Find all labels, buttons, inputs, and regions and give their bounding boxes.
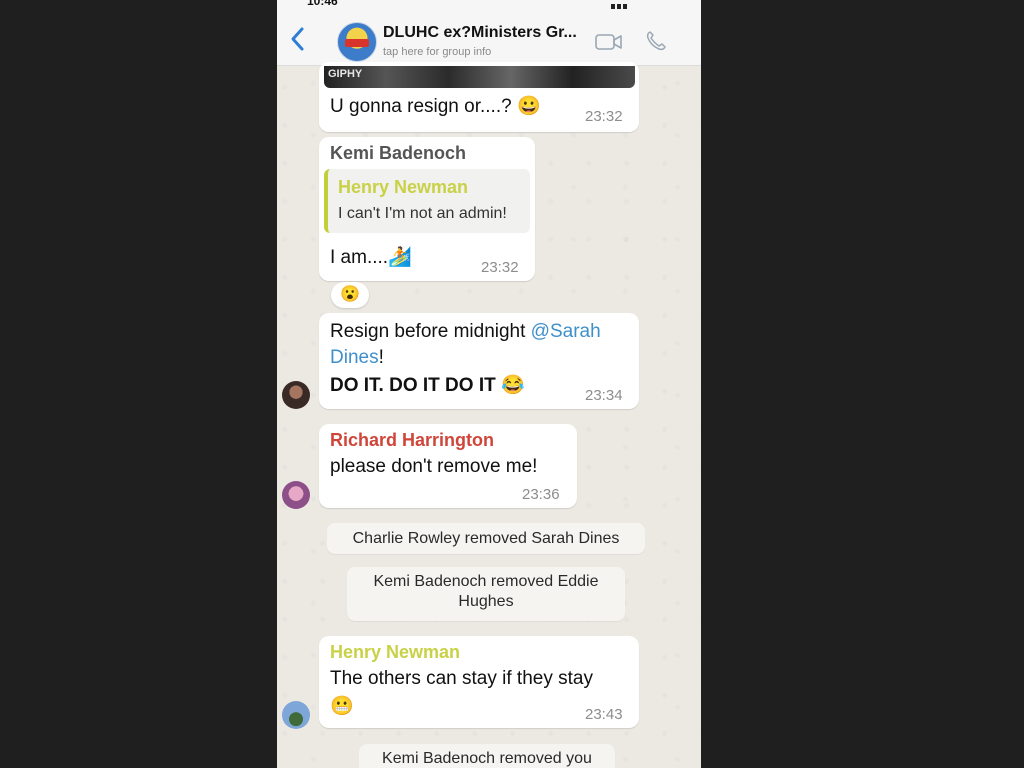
sender-name: Kemi Badenoch	[330, 143, 467, 163]
message-text: The others can stay if they stay	[330, 668, 593, 689]
message-bubble-5[interactable]: Henry Newman The others can stay if they…	[319, 636, 639, 728]
giphy-label: GIPHY	[328, 68, 363, 80]
avatar-sender[interactable]	[282, 381, 310, 409]
system-notice-text: Kemi Badenoch removed Eddie	[373, 573, 599, 590]
system-notice-text: Kemi Badenoch removed you	[382, 750, 592, 767]
message-text-line2: Dines!	[330, 347, 384, 369]
message-bubble-1: U gonna resign or....? 😀 23:32	[319, 88, 639, 132]
signal-icon	[611, 0, 671, 9]
group-avatar[interactable]	[337, 22, 377, 62]
message-text: Resign before midnight	[330, 321, 531, 342]
status-clock: 10:46	[307, 0, 338, 8]
system-notice: Kemi Badenoch removed you	[359, 744, 615, 768]
group-avatar-badge	[345, 39, 369, 47]
message-text: 😬	[330, 696, 354, 717]
system-notice: Kemi Badenoch removed Eddie Hughes	[347, 567, 625, 621]
mention-link[interactable]: @Sarah	[531, 321, 601, 342]
message-bubble-2[interactable]: Kemi Badenoch Henry Newman I can't I'm n…	[319, 137, 535, 281]
avatar-sender[interactable]	[282, 481, 310, 509]
message-text: U gonna resign or....? 😀	[330, 96, 541, 117]
message-text-line1: Resign before midnight @Sarah	[330, 321, 601, 343]
message-reaction[interactable]: 😮	[331, 282, 369, 308]
chat-header: DLUHC ex?Ministers Gr... tap here for gr…	[277, 12, 701, 66]
gif-preview[interactable]: GIPHY	[324, 66, 635, 88]
message-time: 23:32	[585, 108, 623, 125]
status-bar: 10:46	[277, 0, 701, 12]
group-info-hint[interactable]: tap here for group info	[383, 46, 491, 58]
message-bubble-3[interactable]: Resign before midnight @Sarah Dines! DO …	[319, 313, 639, 409]
group-title[interactable]: DLUHC ex?Ministers Gr...	[383, 24, 577, 42]
chevron-left-icon[interactable]	[285, 24, 311, 54]
quoted-message[interactable]: Henry Newman I can't I'm not an admin!	[324, 169, 530, 233]
message-text-line3: DO IT. DO IT DO IT 😂	[330, 375, 525, 396]
sender-name: Richard Harrington	[330, 430, 495, 450]
chat-screen: 10:46 DLUHC ex?Ministers Gr... tap here …	[277, 0, 701, 768]
message-time: 23:43	[585, 706, 623, 723]
system-notice-text: Hughes	[458, 593, 514, 610]
system-notice-text: Charlie Rowley removed Sarah Dines	[352, 530, 620, 547]
message-bubble-4[interactable]: Richard Harrington please don't remove m…	[319, 424, 577, 508]
video-camera-icon[interactable]	[595, 32, 623, 52]
mention-link[interactable]: Dines	[330, 347, 379, 368]
quoted-text: I can't I'm not an admin!	[338, 205, 507, 222]
quoted-sender: Henry Newman	[338, 177, 469, 197]
message-time: 23:34	[585, 387, 623, 404]
system-notice: Charlie Rowley removed Sarah Dines	[327, 523, 645, 554]
sender-name: Henry Newman	[330, 642, 461, 662]
message-text: please don't remove me!	[330, 456, 538, 477]
message-time: 23:36	[522, 486, 560, 503]
message-text: !	[378, 347, 384, 368]
avatar-sender[interactable]	[282, 701, 310, 729]
phone-icon[interactable]	[645, 30, 667, 52]
message-time: 23:32	[481, 259, 519, 276]
message-text: I am....🏄	[330, 247, 412, 268]
